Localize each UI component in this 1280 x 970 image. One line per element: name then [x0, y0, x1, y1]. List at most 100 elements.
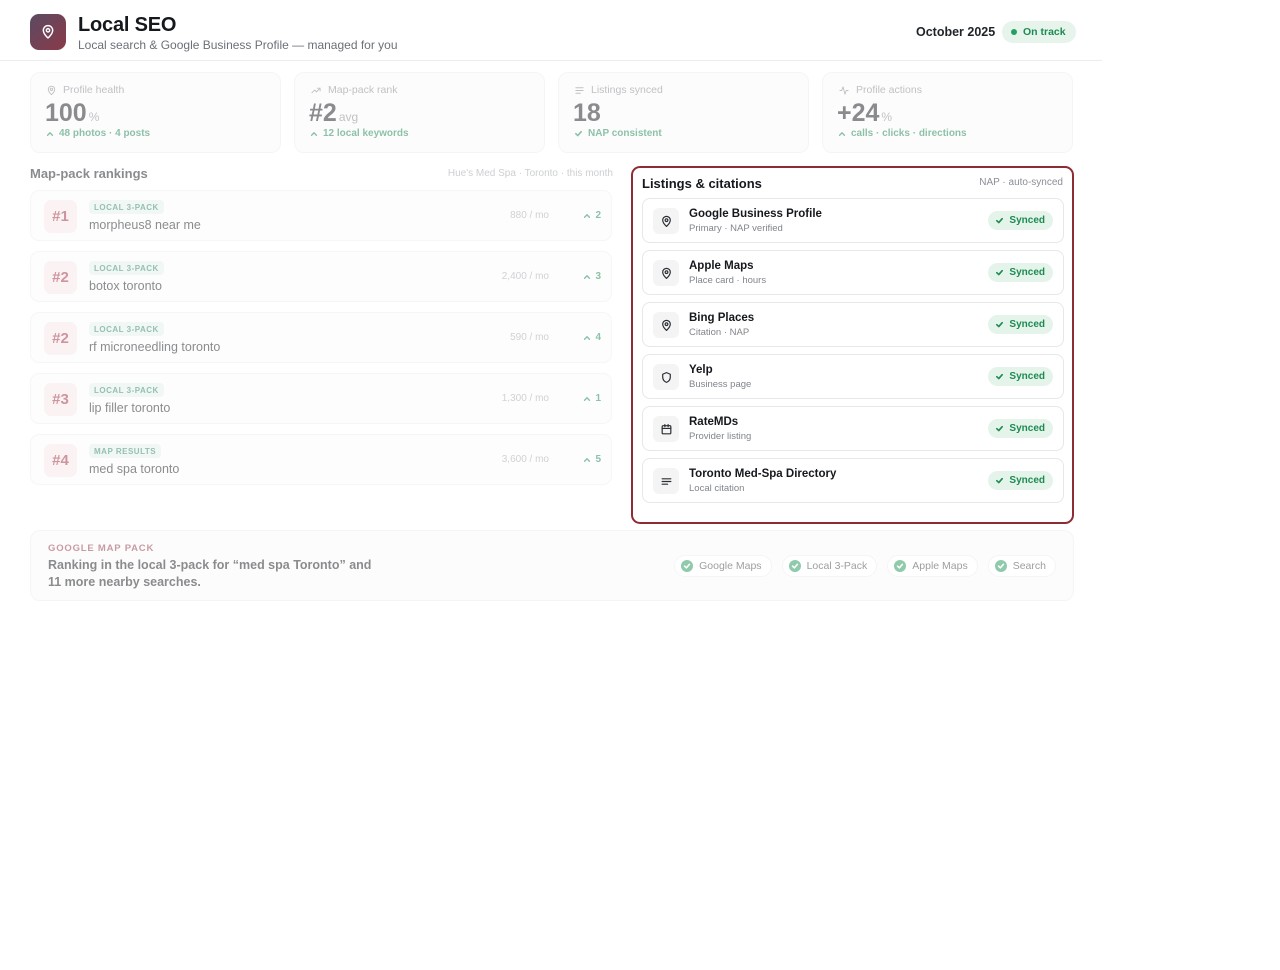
check-icon: [996, 217, 1004, 224]
listing-item[interactable]: Yelp Business page Synced: [642, 354, 1064, 399]
rank-volume: 2,400 / mo: [501, 271, 549, 282]
kpi-value: 18: [573, 99, 601, 127]
listing-sub: Provider listing: [689, 431, 752, 442]
chip-label: Google Maps: [699, 560, 762, 572]
kpi-sub: NAP consistent: [588, 128, 662, 139]
check-icon: [996, 477, 1004, 484]
rank-tag: MAP RESULTS: [89, 444, 162, 458]
chevron-up-icon: [584, 457, 591, 462]
listing-item[interactable]: Apple Maps Place card · hours Synced: [642, 250, 1064, 295]
chip-label: Apple Maps: [912, 560, 968, 572]
chip-label: Local 3-Pack: [806, 560, 868, 572]
listing-item[interactable]: Bing Places Citation · NAP Synced: [642, 302, 1064, 347]
kpi-value: 100: [45, 99, 87, 127]
listing-sub: Primary · NAP verified: [689, 223, 783, 234]
ranking-row[interactable]: #3 LOCAL 3-PACK lip filler toronto 1,300…: [30, 373, 612, 424]
map-pin-icon: [42, 25, 54, 39]
app-title: Local SEO: [78, 14, 177, 36]
listing-item[interactable]: Toronto Med-Spa Directory Local citation…: [642, 458, 1064, 503]
synced-text: Synced: [1009, 319, 1045, 330]
chevron-up-icon: [584, 213, 591, 218]
rank-keyword: med spa toronto: [89, 462, 180, 476]
kpi-unit: avg: [338, 110, 359, 124]
rank-tag: LOCAL 3-PACK: [89, 322, 164, 336]
rank-tag: LOCAL 3-PACK: [89, 261, 164, 275]
map-pin-icon: [661, 319, 671, 331]
rank-keyword: rf microneedling toronto: [89, 340, 221, 354]
synced-text: Synced: [1009, 475, 1045, 486]
rank-delta: 2: [583, 210, 601, 221]
rank-delta: 4: [583, 332, 601, 343]
check-icon: [994, 560, 1007, 572]
rank-delta-value: 3: [595, 271, 601, 282]
kpi-label: Profile actions: [856, 84, 922, 96]
kpi-label: Profile health: [63, 84, 125, 96]
ranking-row[interactable]: #2 LOCAL 3-PACK botox toronto 2,400 / mo…: [30, 251, 612, 302]
rankings-meta: Hue's Med Spa · Toronto · this month: [447, 168, 613, 179]
chip-local-3-pack: Local 3-Pack: [781, 555, 878, 577]
rank-delta-value: 1: [595, 393, 601, 404]
app-header: Local SEO Local search & Google Business…: [0, 0, 1102, 61]
kpi-unit: %: [88, 110, 100, 124]
kpi-label: Listings synced: [591, 84, 663, 96]
calendar-icon: [661, 423, 671, 434]
chevron-up-icon: [838, 131, 846, 136]
ranking-row[interactable]: #2 LOCAL 3-PACK rf microneedling toronto…: [30, 312, 612, 363]
rank-badge: #2: [44, 322, 77, 355]
listing-name: Apple Maps: [689, 260, 754, 272]
kpi-sub: calls · clicks · directions: [851, 128, 967, 139]
listing-sub: Local citation: [689, 483, 745, 494]
check-icon: [894, 560, 907, 572]
listing-name: Google Business Profile: [689, 208, 822, 220]
rank-delta-value: 5: [595, 454, 601, 465]
rank-badge: #4: [44, 444, 77, 477]
synced-badge: Synced: [988, 315, 1053, 334]
rank-badge: #2: [44, 261, 77, 294]
map-pin-icon: [661, 267, 671, 279]
check-icon: [996, 269, 1004, 276]
synced-badge: Synced: [988, 211, 1053, 230]
activity-icon: [839, 85, 849, 95]
ranking-row[interactable]: #1 LOCAL 3-PACK morpheus8 near me 880 / …: [30, 190, 612, 241]
synced-text: Synced: [1009, 215, 1045, 226]
listings-meta: NAP · auto-synced: [979, 177, 1063, 188]
check-icon: [996, 321, 1004, 328]
ranking-row[interactable]: #4 MAP RESULTS med spa toronto 3,600 / m…: [30, 434, 612, 485]
kpi-value: +24: [837, 99, 880, 127]
rank-delta: 1: [583, 393, 601, 404]
listing-sub: Citation · NAP: [689, 327, 750, 338]
chevron-up-icon: [584, 274, 591, 279]
listing-name: Yelp: [689, 364, 713, 376]
listing-item[interactable]: Google Business Profile Primary · NAP ve…: [642, 198, 1064, 243]
rank-delta-value: 2: [595, 210, 601, 221]
listing-item[interactable]: RateMDs Provider listing Synced: [642, 406, 1064, 451]
synced-text: Synced: [1009, 371, 1045, 382]
map-pack-summary: GOOGLE MAP PACK Ranking in the local 3-p…: [30, 530, 1074, 601]
check-icon: [996, 425, 1004, 432]
summary-kicker: GOOGLE MAP PACK: [48, 543, 155, 554]
map-pin-icon: [47, 85, 56, 95]
status-dot-icon: [1011, 29, 1017, 35]
listing-sub: Place card · hours: [689, 275, 767, 286]
chevron-up-icon: [584, 335, 591, 340]
rank-volume: 880 / mo: [510, 210, 549, 221]
kpi-value: #2: [309, 99, 337, 127]
map-pin-icon: [661, 215, 671, 227]
lines-icon: [661, 477, 671, 485]
status-text: On track: [1023, 26, 1066, 38]
synced-badge: Synced: [988, 367, 1053, 386]
kpi-listings-synced: Listings synced 18 NAP consistent: [558, 72, 809, 153]
check-icon: [681, 560, 694, 572]
chip-search: Search: [987, 555, 1056, 577]
rank-keyword: lip filler toronto: [89, 401, 171, 415]
kpi-label: Map-pack rank: [328, 84, 398, 96]
chip-label: Search: [1012, 560, 1046, 572]
rank-badge: #3: [44, 383, 77, 416]
shield-icon: [661, 371, 671, 383]
kpi-unit: %: [881, 110, 893, 124]
synced-text: Synced: [1009, 423, 1045, 434]
listing-name: Bing Places: [689, 312, 755, 324]
kpi-sub: 48 photos · 4 posts: [59, 128, 151, 139]
listings-panel: Listings & citations NAP · auto-synced G…: [631, 166, 1074, 524]
rank-keyword: morpheus8 near me: [89, 218, 201, 232]
